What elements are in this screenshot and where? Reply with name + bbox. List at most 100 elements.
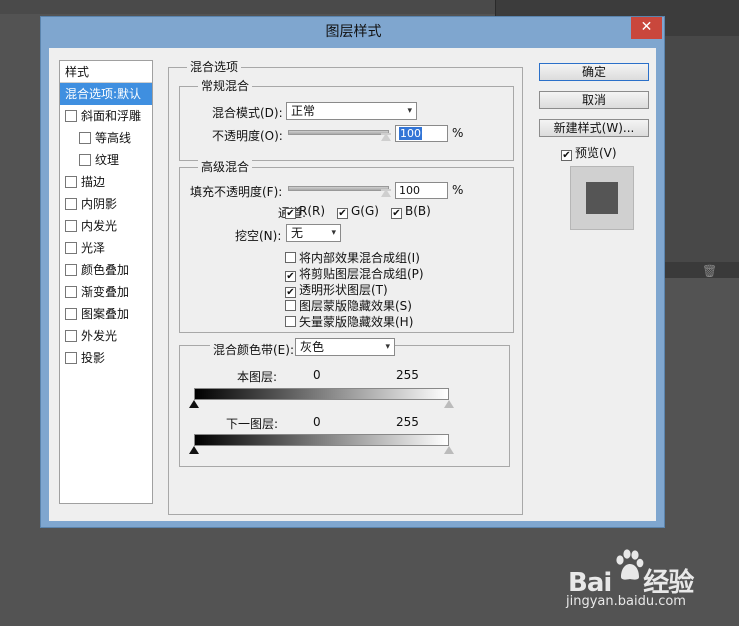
style-item-checkbox[interactable] [65, 110, 77, 122]
this-layer-gradient [194, 388, 449, 400]
opacity-percent: % [452, 126, 464, 140]
fill-opacity-slider[interactable] [288, 186, 389, 191]
underlying-white-slider[interactable] [444, 446, 454, 454]
this-layer-min: 0 [313, 368, 321, 382]
style-item-checkbox[interactable] [65, 198, 77, 210]
this-layer-label: 本图层: [237, 370, 278, 384]
new-style-button[interactable]: 新建样式(W)... [539, 119, 649, 137]
style-item-label: 斜面和浮雕 [81, 109, 142, 123]
channel-g-checkbox[interactable]: ✔ [337, 208, 348, 219]
blend-if-select[interactable]: 灰色 ▾ [295, 338, 395, 356]
style-item-label: 颜色叠加 [81, 263, 130, 277]
style-item-outer-glow[interactable]: 外发光 [60, 325, 152, 347]
fill-opacity-slider-handle[interactable] [381, 189, 391, 197]
knockout-value: 无 [291, 226, 304, 240]
underlying-layer-max: 255 [396, 415, 419, 429]
channel-g-label: G(G) [351, 204, 379, 218]
option-blend-interior-effects[interactable]: 将内部效果混合成组(I) [285, 249, 420, 266]
style-item-gradient-overlay[interactable]: 渐变叠加 [60, 281, 152, 303]
trash-icon[interactable]: 🗑 [702, 264, 717, 278]
style-item-blending-options[interactable]: 混合选项:默认 [60, 83, 152, 105]
style-item-label: 内阴影 [81, 197, 118, 211]
style-list-header: 样式 [60, 61, 152, 83]
preview-label: 预览(V) [575, 146, 617, 160]
underlying-black-slider[interactable] [189, 446, 199, 454]
style-item-color-overlay[interactable]: 颜色叠加 [60, 259, 152, 281]
chevron-down-icon: ▾ [331, 228, 336, 238]
style-item-checkbox[interactable] [79, 154, 91, 166]
preview-toggle[interactable]: ✔ 预览(V) [561, 144, 617, 161]
style-item-checkbox[interactable] [65, 352, 77, 364]
style-item-checkbox[interactable] [65, 242, 77, 254]
baidu-paw-icon [616, 549, 644, 580]
preview-checkbox[interactable]: ✔ [561, 150, 572, 161]
style-item-inner-glow[interactable]: 内发光 [60, 215, 152, 237]
this-layer-white-slider[interactable] [444, 400, 454, 408]
style-item-label: 混合选项:默认 [65, 87, 142, 101]
option-blend-clipped-layers[interactable]: ✔ 将剪贴图层混合成组(P) [285, 265, 424, 282]
style-preview-thumbnail [570, 166, 634, 230]
style-item-drop-shadow[interactable]: 投影 [60, 347, 152, 369]
style-item-label: 纹理 [95, 153, 120, 167]
fill-opacity-input[interactable]: 100 [395, 182, 448, 199]
style-item-label: 光泽 [81, 241, 106, 255]
blend-mode-select[interactable]: 正常 ▾ [286, 102, 417, 120]
blend-if-value: 灰色 [300, 340, 325, 354]
layer-style-dialog: 图层样式 ✕ 样式 混合选项:默认 斜面和浮雕 等高线 纹理 描边 内阴影 内发… [40, 16, 665, 528]
blend-if-group: 混合颜色带(E): 灰色 ▾ 本图层: 0 255 下一图层: 0 255 [179, 338, 510, 467]
dialog-title: 图层样式 [325, 24, 382, 40]
style-item-checkbox[interactable] [79, 132, 91, 144]
style-item-checkbox[interactable] [65, 264, 77, 276]
underlying-layer-gradient [194, 434, 449, 446]
opacity-slider-handle[interactable] [381, 133, 391, 141]
style-item-pattern-overlay[interactable]: 图案叠加 [60, 303, 152, 325]
fill-opacity-label: 填充不透明度(F): [190, 185, 283, 199]
blend-interior-effects-checkbox[interactable] [285, 252, 296, 263]
blend-interior-effects-label: 将内部效果混合成组(I) [299, 251, 420, 265]
option-vector-mask-hides[interactable]: 矢量蒙版隐藏效果(H) [285, 313, 413, 330]
fill-opacity-value: 100 [399, 184, 420, 197]
channel-b-checkbox[interactable]: ✔ [391, 208, 402, 219]
vector-mask-hides-checkbox[interactable] [285, 316, 296, 327]
blend-mode-label: 混合模式(D): [212, 106, 283, 120]
channel-b-label: B(B) [405, 204, 431, 218]
channel-b[interactable]: ✔ B(B) [391, 204, 431, 219]
style-item-checkbox[interactable] [65, 220, 77, 232]
underlying-layer-label: 下一图层: [226, 417, 279, 431]
close-icon[interactable]: ✕ [631, 17, 662, 39]
style-item-satin[interactable]: 光泽 [60, 237, 152, 259]
style-item-texture[interactable]: 纹理 [60, 149, 152, 171]
style-item-label: 外发光 [81, 329, 118, 343]
style-item-checkbox[interactable] [65, 330, 77, 342]
style-list: 样式 混合选项:默认 斜面和浮雕 等高线 纹理 描边 内阴影 内发光 光泽 颜色… [59, 60, 153, 504]
style-item-checkbox[interactable] [65, 286, 77, 298]
this-layer-black-slider[interactable] [189, 400, 199, 408]
style-item-bevel-emboss[interactable]: 斜面和浮雕 [60, 105, 152, 127]
blending-options-title: 混合选项 [187, 60, 242, 74]
opacity-input[interactable]: 100 [395, 125, 448, 142]
channel-r-checkbox[interactable]: ✔ [285, 208, 296, 219]
knockout-select[interactable]: 无 ▾ [286, 224, 341, 242]
transparency-shapes-label: 透明形状图层(T) [299, 283, 388, 297]
fill-opacity-percent: % [452, 183, 464, 197]
option-layer-mask-hides[interactable]: 图层蒙版隐藏效果(S) [285, 297, 412, 314]
general-blending-group: 常规混合 混合模式(D): 正常 ▾ 不透明度(O): 100 % [179, 79, 514, 161]
style-item-stroke[interactable]: 描边 [60, 171, 152, 193]
layer-mask-hides-checkbox[interactable] [285, 300, 296, 311]
style-item-label: 图案叠加 [81, 307, 130, 321]
style-item-checkbox[interactable] [65, 308, 77, 320]
underlying-layer-min: 0 [313, 415, 321, 429]
workspace-strip [0, 0, 495, 14]
style-item-inner-shadow[interactable]: 内阴影 [60, 193, 152, 215]
opacity-slider[interactable] [288, 130, 389, 135]
cancel-button[interactable]: 取消 [539, 91, 649, 109]
channel-g[interactable]: ✔ G(G) [337, 204, 379, 219]
channel-r[interactable]: ✔ R(R) [285, 204, 325, 219]
ok-button[interactable]: 确定 [539, 63, 649, 81]
option-transparency-shapes[interactable]: ✔ 透明形状图层(T) [285, 281, 388, 298]
layer-mask-hides-label: 图层蒙版隐藏效果(S) [299, 299, 412, 313]
style-item-checkbox[interactable] [65, 176, 77, 188]
style-item-contour[interactable]: 等高线 [60, 127, 152, 149]
style-item-label: 描边 [81, 175, 106, 189]
preview-swatch [586, 182, 618, 214]
